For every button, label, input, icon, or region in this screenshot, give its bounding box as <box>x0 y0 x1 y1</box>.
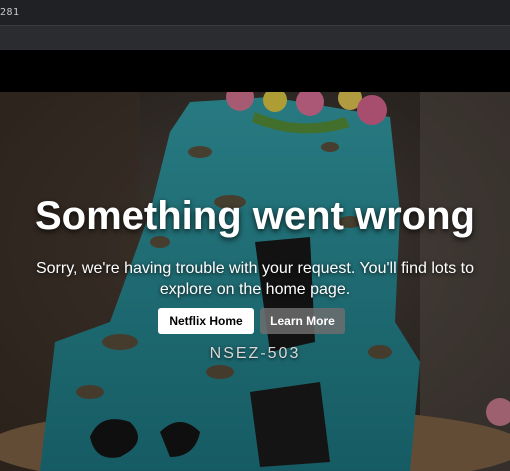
browser-toolbar: 281 <box>0 0 510 50</box>
learn-more-button[interactable]: Learn More <box>260 308 345 334</box>
address-bar[interactable]: 281 <box>0 0 510 26</box>
error-message: Sorry, we're having trouble with your re… <box>35 260 475 298</box>
error-code: NSEZ-503 <box>209 345 301 362</box>
error-title: Something went wrong <box>35 194 475 238</box>
netflix-home-button[interactable]: Netflix Home <box>158 308 254 334</box>
error-hero: Something went wrong Sorry, we're having… <box>0 92 510 471</box>
site-header <box>0 50 510 92</box>
address-text: 281 <box>0 7 20 18</box>
